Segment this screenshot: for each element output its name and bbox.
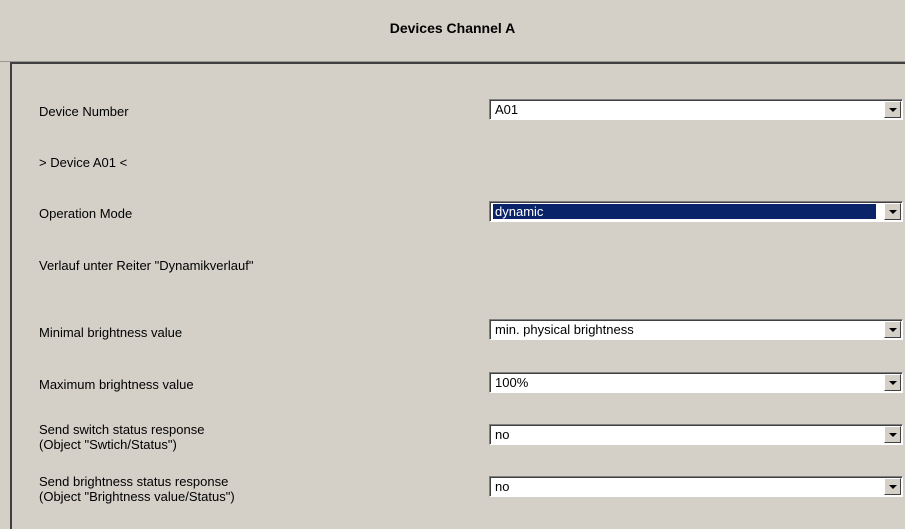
- operation-mode-dropdown-button[interactable]: [884, 203, 901, 220]
- operation-mode-label: Operation Mode: [39, 206, 133, 221]
- max-brightness-select[interactable]: 100%: [489, 372, 903, 393]
- brightness-status-label-line1: Send brightness status response: [39, 474, 229, 489]
- brightness-status-label-line2: (Object "Brightness value/Status"): [39, 489, 235, 504]
- min-brightness-value: min. physical brightness: [495, 322, 634, 337]
- device-number-select[interactable]: A01: [489, 99, 903, 120]
- switch-status-value: no: [495, 427, 510, 442]
- chevron-down-icon: [889, 485, 897, 489]
- operation-mode-value: dynamic: [493, 204, 876, 219]
- min-brightness-label: Minimal brightness value: [39, 325, 183, 340]
- switch-status-label-line2: (Object "Swtich/Status"): [39, 437, 177, 452]
- device-section-label: > Device A01 <: [39, 155, 128, 170]
- switch-status-select[interactable]: no: [489, 424, 903, 445]
- device-number-value: A01: [495, 102, 519, 117]
- max-brightness-value: 100%: [495, 375, 529, 390]
- chevron-down-icon: [889, 328, 897, 332]
- parameter-panel: Device Number A01 > Device A01 < Operati…: [10, 62, 905, 529]
- brightness-status-dropdown-button[interactable]: [884, 478, 901, 495]
- chevron-down-icon: [889, 210, 897, 214]
- min-brightness-dropdown-button[interactable]: [884, 321, 901, 338]
- device-number-dropdown-button[interactable]: [884, 101, 901, 118]
- switch-status-dropdown-button[interactable]: [884, 426, 901, 443]
- page-title: Devices Channel A: [389, 20, 516, 36]
- parameter-window: Devices Channel A Device Number A01 > De…: [0, 0, 905, 529]
- brightness-status-value: no: [495, 479, 510, 494]
- operation-mode-select[interactable]: dynamic: [489, 201, 903, 222]
- chevron-down-icon: [889, 108, 897, 112]
- brightness-status-select[interactable]: no: [489, 476, 903, 497]
- switch-status-label-line1: Send switch status response: [39, 422, 205, 437]
- max-brightness-dropdown-button[interactable]: [884, 374, 901, 391]
- device-number-label: Device Number: [39, 104, 129, 119]
- chevron-down-icon: [889, 381, 897, 385]
- chevron-down-icon: [889, 433, 897, 437]
- verlauf-info-label: Verlauf unter Reiter "Dynamikverlauf": [39, 258, 254, 273]
- header-bar: Devices Channel A: [0, 0, 905, 62]
- min-brightness-select[interactable]: min. physical brightness: [489, 319, 903, 340]
- max-brightness-label: Maximum brightness value: [39, 377, 194, 392]
